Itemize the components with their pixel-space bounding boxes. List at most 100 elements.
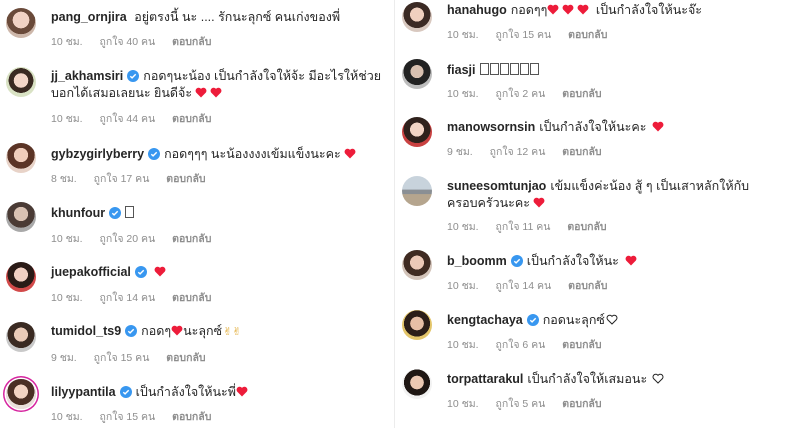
red-heart-icon (210, 87, 222, 98)
reply-button[interactable]: ตอบกลับ (166, 170, 205, 187)
comment-text: กอดๆ (141, 324, 172, 338)
comment-text: กอดนะลุกซ์ (542, 313, 605, 327)
comment-likes[interactable]: ถูกใจ 14 คน (495, 277, 551, 294)
avatar[interactable] (402, 117, 432, 147)
reply-button[interactable]: ตอบกลับ (562, 395, 601, 412)
comment-likes[interactable]: ถูกใจ 15 คน (495, 26, 551, 43)
reply-button[interactable]: ตอบกลับ (562, 85, 601, 102)
reply-button[interactable]: ตอบกลับ (172, 408, 211, 425)
reply-button[interactable]: ตอบกลับ (172, 230, 211, 247)
red-heart-icon (195, 87, 207, 98)
comment-time: 10 ชม. (51, 411, 83, 423)
comment-likes[interactable]: ถูกใจ 2 คน (495, 85, 545, 102)
comment-username[interactable]: kengtachaya (447, 313, 523, 327)
red-heart-icon (533, 197, 545, 208)
red-heart-icon (577, 4, 589, 15)
reply-button[interactable]: ตอบกลับ (172, 289, 211, 306)
comment-time: 10 ชม. (51, 113, 83, 125)
reply-button[interactable]: ตอบกลับ (568, 26, 607, 43)
comment-meta: 10 ชม. ถูกใจ 11 คน ตอบกลับ (447, 218, 621, 235)
avatar[interactable] (6, 202, 36, 232)
comment-text: กอดๆๆ (510, 3, 548, 17)
avatar[interactable] (402, 369, 432, 399)
comment-username[interactable]: tumidol_ts9 (51, 324, 121, 338)
comment-likes[interactable]: ถูกใจ 11 คน (495, 218, 550, 235)
comment-likes[interactable]: ถูกใจ 6 คน (495, 336, 545, 353)
avatar[interactable] (402, 59, 432, 89)
verified-badge-icon (510, 255, 523, 267)
reply-button[interactable]: ตอบกลับ (172, 110, 211, 127)
red-heart-icon (171, 325, 183, 336)
comment-username[interactable]: lilyypantila (51, 385, 116, 399)
comment-text-continued: นะลุกซ์ (183, 324, 223, 338)
comment-meta: 10 ชม. ถูกใจ 15 คน ตอบกลับ (51, 408, 225, 425)
comment-username[interactable]: torpattarakul (447, 372, 523, 386)
comment-time: 10 ชม. (51, 233, 83, 245)
comment-time: 10 ชม. (447, 88, 479, 100)
comment-text: อยู่ตรงนี้ นะ .... รักนะลุกซ์ คนเก่งของพ… (134, 10, 341, 24)
comment-username[interactable]: jj_akhamsiri (51, 69, 123, 83)
comment-likes[interactable]: ถูกใจ 14 คน (99, 289, 155, 306)
comment-text: เป็นกำลังใจให้นะ (526, 254, 619, 268)
comment-meta: 10 ชม. ถูกใจ 6 คน ตอบกลับ (447, 336, 616, 353)
red-heart-icon (625, 255, 637, 266)
reply-button[interactable]: ตอบกลับ (172, 33, 211, 50)
reply-button[interactable]: ตอบกลับ (166, 349, 205, 366)
comment-time: 8 ชม. (51, 173, 77, 185)
comment-meta: 9 ชม. ถูกใจ 15 คน ตอบกลับ (51, 349, 220, 366)
heart-outline-icon (606, 314, 618, 325)
reply-button[interactable]: ตอบกลับ (562, 336, 601, 353)
comment-username[interactable]: hanahugo (447, 3, 507, 17)
heart-outline-icon (652, 373, 664, 384)
comment-username[interactable]: suneesomtunjao (447, 179, 546, 193)
comment-meta: 10 ชม. ถูกใจ 14 คน ตอบกลับ (447, 277, 621, 294)
comment-likes[interactable]: ถูกใจ 12 คน (490, 143, 546, 160)
comment-meta: 10 ชม. ถูกใจ 2 คน ตอบกลับ (447, 85, 616, 102)
red-heart-icon (154, 266, 166, 277)
verified-badge-icon (119, 386, 132, 398)
avatar[interactable] (402, 2, 432, 32)
reply-button[interactable]: ตอบกลับ (567, 218, 606, 235)
avatar[interactable] (6, 262, 36, 292)
avatar[interactable] (402, 310, 432, 340)
comment-text: เป็นกำลังใจให้นะพี่ (135, 385, 236, 399)
comment-likes[interactable]: ถูกใจ 15 คน (99, 408, 155, 425)
comment-likes[interactable]: ถูกใจ 15 คน (94, 349, 150, 366)
avatar[interactable] (6, 8, 36, 38)
missing-glyph-icon (479, 63, 540, 77)
ok-hand-icon: ✌✌ (223, 326, 242, 338)
comment-username[interactable]: manowsornsin (447, 120, 535, 134)
comment-username[interactable]: pang_ornjira (51, 10, 127, 24)
avatar[interactable] (6, 143, 36, 173)
red-heart-icon (547, 4, 559, 15)
avatar-story-ring[interactable] (6, 379, 36, 409)
comment-likes[interactable]: ถูกใจ 20 คน (99, 230, 155, 247)
comment-likes[interactable]: ถูกใจ 40 คน (99, 33, 155, 50)
comment-meta: 10 ชม. ถูกใจ 20 คน ตอบกลับ (51, 230, 225, 247)
comment-likes[interactable]: ถูกใจ 17 คน (94, 170, 150, 187)
comment-likes[interactable]: ถูกใจ 44 คน (99, 110, 155, 127)
column-divider (394, 0, 395, 428)
verified-badge-icon (127, 70, 140, 82)
comment-username[interactable]: b_boomm (447, 254, 507, 268)
comment-username[interactable]: juepakofficial (51, 265, 131, 279)
verified-badge-icon (125, 325, 138, 337)
avatar[interactable] (402, 176, 432, 206)
avatar[interactable] (6, 322, 36, 352)
verified-badge-icon (526, 314, 539, 326)
comment-text: เป็นกำลังใจให้นะคะ (539, 120, 647, 134)
comment-time: 10 ชม. (447, 339, 479, 351)
reply-button[interactable]: ตอบกลับ (568, 277, 607, 294)
comment-username[interactable]: fiasji (447, 63, 476, 77)
red-heart-icon (236, 386, 248, 397)
comment-meta: 10 ชม. ถูกใจ 44 คน ตอบกลับ (51, 110, 225, 127)
verified-badge-icon (148, 148, 161, 160)
comment-username[interactable]: khunfour (51, 206, 105, 220)
verified-badge-icon (109, 207, 122, 219)
comment-username[interactable]: gybzygirlyberry (51, 147, 144, 161)
avatar[interactable] (402, 250, 432, 280)
comment-meta: 10 ชม. ถูกใจ 5 คน ตอบกลับ (447, 395, 616, 412)
reply-button[interactable]: ตอบกลับ (562, 143, 601, 160)
comment-likes[interactable]: ถูกใจ 5 คน (495, 395, 545, 412)
avatar[interactable] (6, 67, 36, 97)
